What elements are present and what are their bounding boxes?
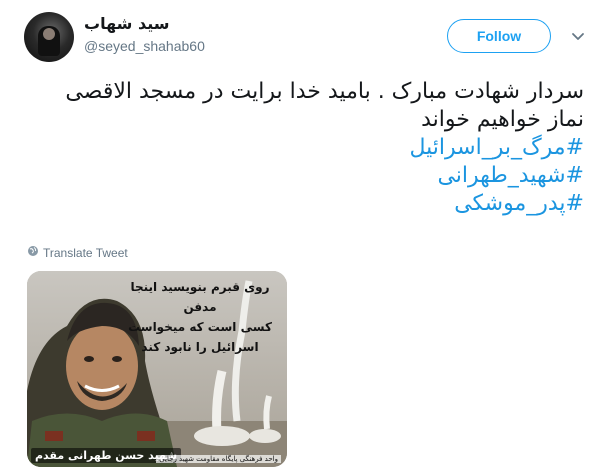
avatar[interactable]	[24, 12, 74, 62]
media-overlay-text: روی قبرم بنویسید اینجا مدفن کسی است که م…	[125, 277, 275, 357]
chevron-down-icon[interactable]	[568, 26, 588, 46]
user-handle[interactable]: @seyed_shahab60	[84, 38, 205, 54]
tweet-media-image[interactable]: روی قبرم بنویسید اینجا مدفن کسی است که م…	[27, 271, 287, 467]
display-name[interactable]: سید شهاب	[84, 14, 169, 33]
overlay-line: کسی است که میخواست	[128, 320, 272, 334]
avatar-face	[43, 28, 55, 40]
media-small-caption: واحد فرهنگی پایگاه مقاومت شهید رجایی	[156, 455, 281, 463]
tweet-line-1: سردار شهادت مبارک . بامید خدا برایت در م…	[65, 79, 584, 104]
hashtag-link[interactable]: #پدر_موشکی	[24, 190, 584, 218]
overlay-line: اسرائیل را نابود کند	[141, 340, 259, 354]
follow-button[interactable]: Follow	[447, 19, 551, 53]
hashtag-link[interactable]: #مرگ_بر_اسرائیل	[24, 134, 584, 162]
tweet-text: سردار شهادت مبارک . بامید خدا برایت در م…	[24, 78, 584, 218]
overlay-line: روی قبرم بنویسید اینجا مدفن	[130, 280, 270, 314]
hashtag-link[interactable]: #شهید_طهرانی	[24, 162, 584, 190]
tweet-line-2: نماز خواهیم خواند	[421, 107, 584, 132]
globe-icon	[27, 245, 39, 260]
translate-tweet-link[interactable]: Translate Tweet	[27, 245, 128, 260]
translate-label: Translate Tweet	[43, 245, 128, 260]
